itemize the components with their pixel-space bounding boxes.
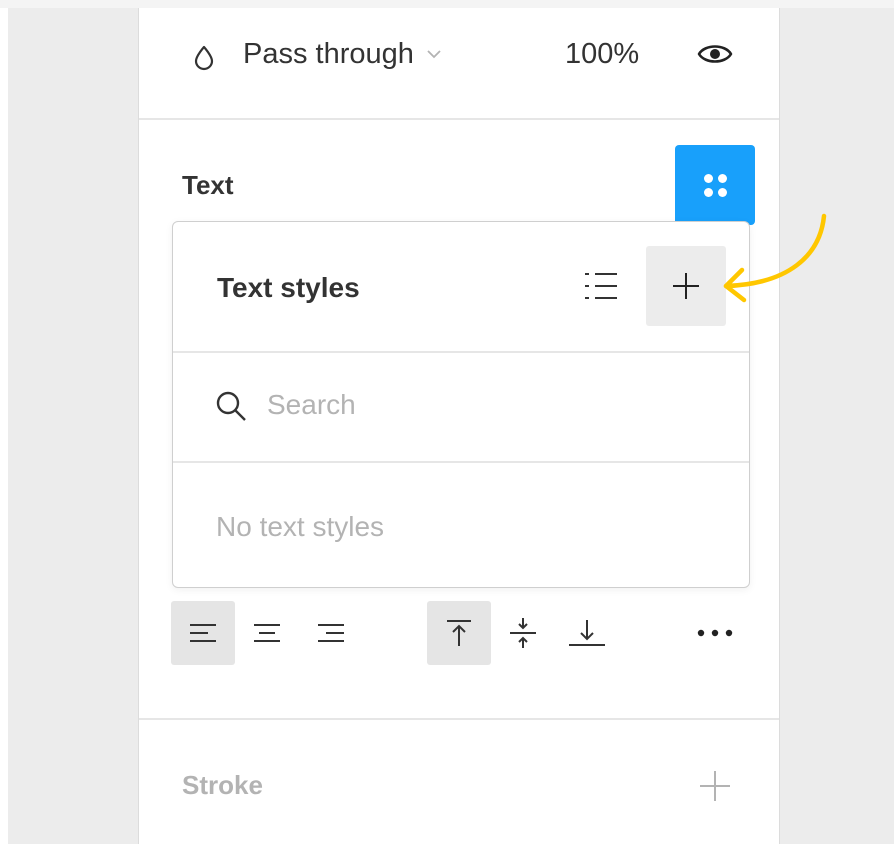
- canvas-left: [8, 8, 138, 844]
- plus-icon: [673, 273, 699, 299]
- create-style-button[interactable]: [646, 246, 726, 326]
- text-styles-popup: Text styles No text styles: [172, 221, 750, 588]
- align-middle-icon: [510, 618, 536, 648]
- eye-icon[interactable]: [695, 38, 735, 70]
- canvas-right: [779, 8, 894, 844]
- blend-mode-label: Pass through: [243, 37, 414, 70]
- arrow-annotation-icon: [723, 213, 827, 303]
- align-bottom-icon: [569, 620, 605, 646]
- more-icon: [697, 629, 733, 637]
- top-strip: [0, 0, 894, 8]
- align-top-icon: [447, 620, 471, 646]
- popup-header: Text styles: [173, 222, 749, 351]
- align-right-button[interactable]: [299, 601, 363, 665]
- add-stroke-button[interactable]: [697, 768, 733, 804]
- section-divider: [139, 718, 779, 720]
- chevron-down-icon: [427, 50, 441, 59]
- blend-mode-dropdown[interactable]: Pass through: [243, 34, 442, 74]
- search-input[interactable]: [267, 383, 707, 427]
- more-options-button[interactable]: [683, 601, 747, 665]
- empty-state-message: No text styles: [216, 511, 385, 542]
- align-right-icon: [318, 624, 344, 642]
- section-divider: [139, 118, 779, 120]
- align-center-icon: [254, 624, 280, 642]
- popup-title: Text styles: [217, 272, 360, 303]
- search-icon: [216, 391, 246, 421]
- align-bottom-button[interactable]: [555, 601, 619, 665]
- stroke-section-title: Stroke: [182, 770, 263, 800]
- align-left-icon: [190, 624, 216, 642]
- align-middle-button[interactable]: [491, 601, 555, 665]
- list-icon[interactable]: [577, 266, 625, 306]
- search-row: [173, 353, 749, 461]
- align-left-button[interactable]: [171, 601, 235, 665]
- popup-divider: [173, 461, 749, 463]
- layer-row: Pass through 100%: [139, 8, 779, 118]
- align-top-button[interactable]: [427, 601, 491, 665]
- opacity-value[interactable]: 100%: [565, 38, 639, 71]
- text-section-title: Text: [182, 170, 234, 200]
- align-center-button[interactable]: [235, 601, 299, 665]
- text-alignment-row: [139, 598, 779, 668]
- drop-icon: [194, 45, 214, 71]
